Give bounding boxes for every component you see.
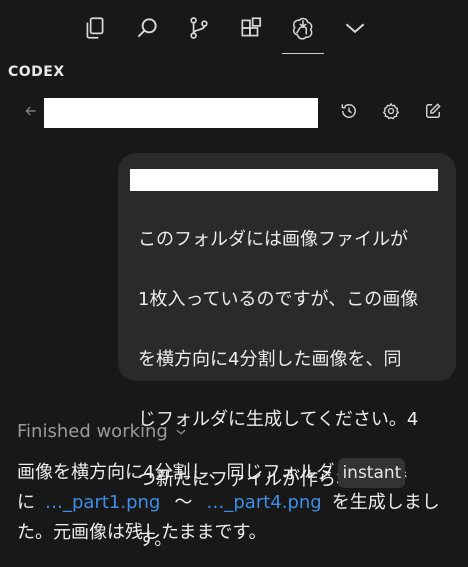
user-message-bubble: このフォルダには画像ファイルが 1枚入っているのですが、この画像 を横方向に4分… bbox=[118, 153, 456, 550]
panel-title: CODEX bbox=[8, 64, 65, 80]
thread-header bbox=[0, 94, 468, 132]
reply-text: 〜 bbox=[174, 492, 193, 513]
reply-line: に …_part1.png 〜 …_part4.png を生成しまし bbox=[17, 488, 457, 518]
codex-icon[interactable] bbox=[282, 11, 324, 54]
reply-text: 画像を横方向に4分割し、同じフォルダ bbox=[17, 462, 335, 483]
codex-panel: CODEX このフォルダには画像ファイルが 1枚入っているのですが、この画像 を… bbox=[0, 0, 468, 567]
activity-bar bbox=[80, 6, 370, 54]
reply-text: た。元画像は残したままです。 bbox=[17, 522, 267, 543]
user-message-line: を横方向に4分割した画像を、同 bbox=[138, 349, 402, 370]
chevron-down-icon bbox=[176, 429, 186, 435]
redacted-text bbox=[130, 169, 438, 191]
user-message-line: 1枚入っているのですが、この画像 bbox=[138, 289, 419, 310]
back-arrow-icon[interactable] bbox=[20, 100, 42, 122]
assistant-reply: 画像を横方向に4分割し、同じフォルダ instant に …_part1.png… bbox=[17, 458, 457, 548]
thread-title-input[interactable] bbox=[44, 98, 318, 128]
reply-text: を生成しまし bbox=[331, 492, 440, 513]
inline-code: instant bbox=[338, 458, 406, 488]
search-icon[interactable] bbox=[132, 11, 162, 45]
reply-line: 画像を横方向に4分割し、同じフォルダ instant bbox=[17, 458, 457, 488]
explorer-icon[interactable] bbox=[80, 11, 110, 45]
status-label: Finished working bbox=[17, 421, 168, 442]
settings-icon[interactable] bbox=[379, 99, 403, 123]
status-toggle[interactable]: Finished working bbox=[17, 421, 188, 442]
source-control-icon[interactable] bbox=[184, 11, 214, 45]
file-link-part4[interactable]: …_part4.png bbox=[206, 488, 321, 518]
history-icon[interactable] bbox=[337, 99, 361, 123]
reply-line: た。元画像は残したままです。 bbox=[17, 518, 457, 548]
reply-text: に bbox=[17, 492, 35, 513]
chevron-down-icon[interactable] bbox=[340, 11, 370, 45]
user-message-line: このフォルダには画像ファイルが bbox=[138, 229, 408, 250]
extensions-icon[interactable] bbox=[236, 11, 266, 45]
edit-icon[interactable] bbox=[421, 99, 445, 123]
file-link-part1[interactable]: …_part1.png bbox=[45, 488, 160, 518]
